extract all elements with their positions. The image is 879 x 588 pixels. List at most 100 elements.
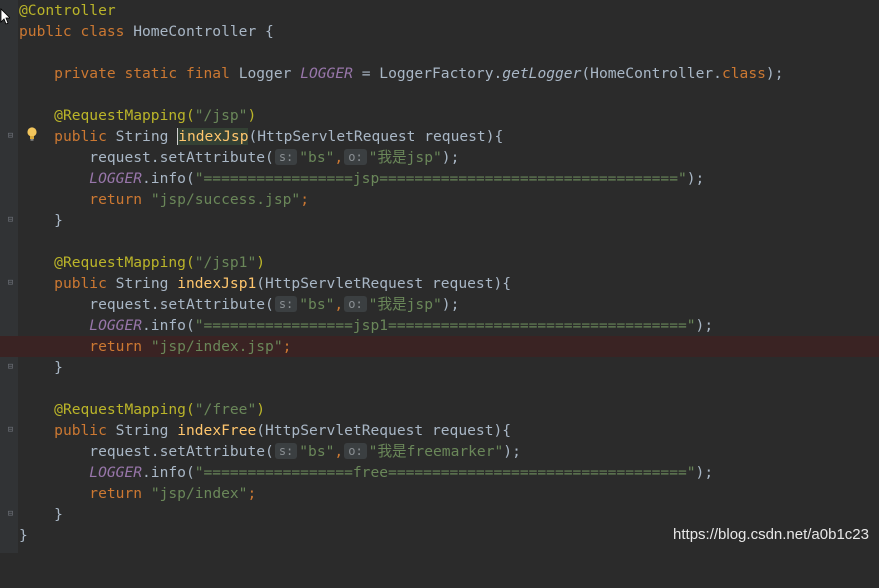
- class-name: HomeController {: [133, 23, 274, 40]
- method-name[interactable]: indexFree: [177, 422, 256, 439]
- statement-end: );: [765, 65, 784, 82]
- code-line: public String indexJsp1(HttpServletReque…: [0, 273, 879, 294]
- class-literal-keyword: class: [721, 65, 766, 82]
- method-name[interactable]: indexJsp1: [177, 275, 256, 292]
- return-type: String: [115, 128, 169, 145]
- arg-comma: ,: [334, 149, 344, 166]
- fold-marker-icon[interactable]: ⊟: [6, 216, 15, 225]
- statement-end: );: [441, 296, 460, 313]
- param-hint: o:: [344, 149, 367, 165]
- method-params: (HttpServletRequest request){: [256, 275, 512, 292]
- code-line: @Controller: [0, 0, 879, 21]
- method-close-brace: }: [54, 212, 63, 229]
- lightbulb-icon[interactable]: [26, 126, 38, 142]
- return-string: "jsp/success.jsp": [150, 191, 301, 208]
- set-attribute-call: request.setAttribute(: [89, 443, 274, 460]
- code-line: }: [0, 504, 879, 525]
- return-string: "jsp/index": [150, 485, 248, 502]
- arg-string: "bs": [299, 149, 335, 166]
- fold-marker-icon[interactable]: ⊟: [6, 510, 15, 519]
- log-call: .info(: [142, 170, 195, 187]
- code-line: LOGGER.info("=================jsp1======…: [0, 315, 879, 336]
- code-line: public class HomeController {: [0, 21, 879, 42]
- annotation-close: ): [256, 254, 266, 271]
- code-line: }: [0, 357, 879, 378]
- code-line: return "jsp/index";: [0, 483, 879, 504]
- fold-marker-icon[interactable]: ⊟: [6, 426, 15, 435]
- code-line: @RequestMapping("/jsp1"): [0, 252, 879, 273]
- arg-comma: ,: [334, 296, 344, 313]
- class-annotation: @Controller: [19, 2, 116, 19]
- code-line: private static final Logger LOGGER = Log…: [0, 63, 879, 84]
- param-hint: o:: [344, 296, 367, 312]
- field-type: Logger: [238, 65, 292, 82]
- method-name[interactable]: indexJsp: [177, 128, 249, 145]
- param-hint: s:: [274, 296, 298, 312]
- statement-end: );: [695, 317, 714, 334]
- set-attribute-call: request.setAttribute(: [89, 149, 274, 166]
- log-string: "=================jsp===================…: [194, 170, 687, 187]
- watermark-text: https://blog.csdn.net/a0b1c23: [673, 526, 869, 543]
- logger-constant: LOGGER: [89, 464, 143, 481]
- public-keyword: public: [54, 422, 107, 439]
- code-line: @RequestMapping("/free"): [0, 399, 879, 420]
- statement-end: );: [686, 170, 705, 187]
- code-line: LOGGER.info("=================free======…: [0, 462, 879, 483]
- set-attribute-call: request.setAttribute(: [89, 296, 274, 313]
- log-call: .info(: [142, 464, 195, 481]
- arg-comma: ,: [334, 443, 344, 460]
- fold-marker-icon[interactable]: ⊟: [6, 363, 15, 372]
- code-line: request.setAttribute(s: "bs", o: "我是jsp");: [0, 294, 879, 315]
- semicolon: ;: [247, 485, 257, 502]
- statement-end: );: [441, 149, 460, 166]
- method-params: (HttpServletRequest request){: [248, 128, 504, 145]
- mapping-path: "/jsp1": [194, 254, 257, 271]
- assign-text: = LoggerFactory.: [352, 65, 503, 82]
- return-keyword: return: [89, 191, 143, 208]
- method-params: (HttpServletRequest request){: [256, 422, 512, 439]
- code-line: LOGGER.info("=================jsp=======…: [0, 168, 879, 189]
- mapping-path: "/free": [194, 401, 257, 418]
- code-line: }: [0, 210, 879, 231]
- code-line: @RequestMapping("/jsp"): [0, 105, 879, 126]
- code-line: request.setAttribute(s: "bs", o: "我是freemar…: [0, 441, 879, 462]
- logger-constant: LOGGER: [89, 317, 143, 334]
- class-close-brace: }: [19, 527, 28, 544]
- arg-string: "我是freemarker": [368, 443, 504, 460]
- code-line: public String indexFree(HttpServletReque…: [0, 420, 879, 441]
- log-string: "=================free==================…: [194, 464, 696, 481]
- param-hint: s:: [274, 443, 298, 459]
- logger-constant: LOGGER: [300, 65, 353, 82]
- field-modifiers: private static final: [54, 65, 230, 82]
- statement-end: );: [695, 464, 714, 481]
- param-hint: o:: [344, 443, 367, 459]
- statement-end: );: [503, 443, 521, 460]
- return-type: String: [115, 275, 169, 292]
- request-mapping-annotation: @RequestMapping(: [54, 401, 195, 418]
- semicolon: ;: [282, 338, 292, 355]
- semicolon: ;: [300, 191, 309, 208]
- code-line: request.setAttribute(s: "bs", o: "我是jsp");: [0, 147, 879, 168]
- log-string: "=================jsp1==================…: [194, 317, 696, 334]
- arg-string: "bs": [299, 296, 335, 313]
- public-keyword: public: [54, 128, 107, 145]
- return-string: "jsp/index.jsp": [150, 338, 283, 355]
- return-keyword: return: [89, 485, 143, 502]
- get-logger-arg: (HomeController.: [581, 65, 722, 82]
- fold-marker-icon[interactable]: ⊟: [6, 132, 15, 141]
- class-keywords: public class: [19, 23, 125, 40]
- method-close-brace: }: [54, 506, 63, 523]
- annotation-close: ): [247, 107, 257, 124]
- mapping-path: "/jsp": [194, 107, 248, 124]
- code-line: public String indexJsp(HttpServletReques…: [0, 126, 879, 147]
- log-call: .info(: [142, 317, 195, 334]
- annotation-close: ): [256, 401, 266, 418]
- arg-string: "bs": [299, 443, 335, 460]
- logger-constant: LOGGER: [89, 170, 143, 187]
- fold-marker-icon[interactable]: ⊟: [6, 279, 15, 288]
- code-editor[interactable]: @Controller public class HomeController …: [0, 0, 879, 553]
- request-mapping-annotation: @RequestMapping(: [54, 254, 195, 271]
- return-keyword: return: [89, 338, 143, 355]
- request-mapping-annotation: @RequestMapping(: [54, 107, 195, 124]
- param-hint: s:: [274, 149, 298, 165]
